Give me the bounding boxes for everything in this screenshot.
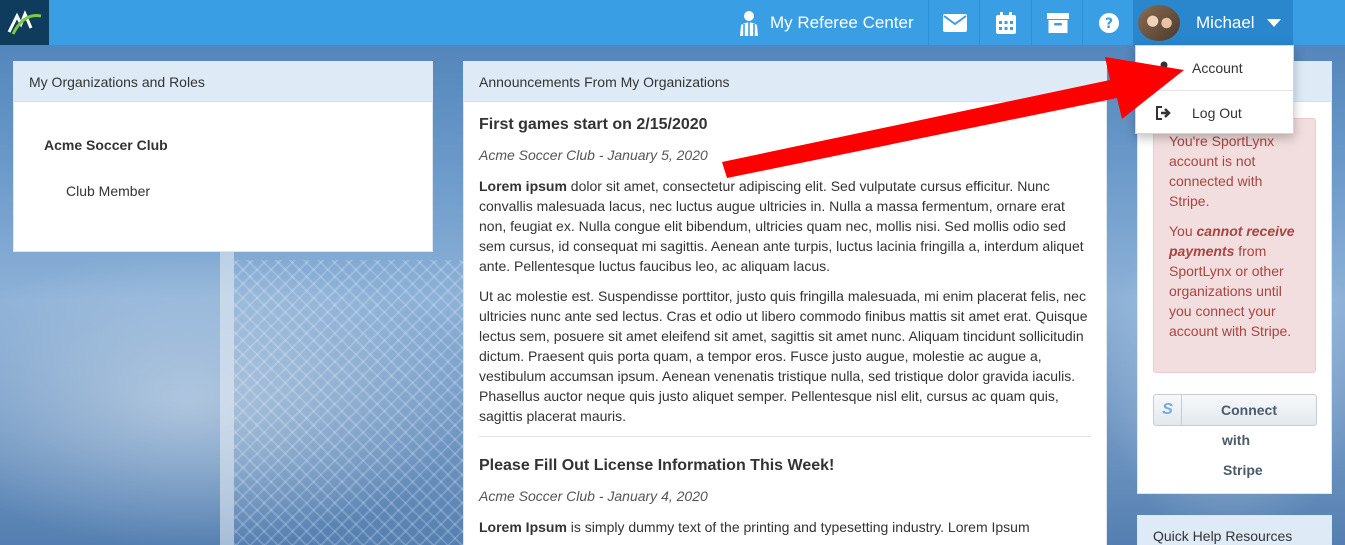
announcement-title: Please Fill Out License Information This…: [479, 457, 835, 474]
announcement-text: dolor sit amet, consectetur adipiscing e…: [479, 178, 1084, 274]
organization-name[interactable]: Acme Soccer Club: [44, 137, 432, 153]
announcement-divider: [479, 436, 1091, 437]
mail-button[interactable]: [929, 0, 980, 45]
menu-item-label: Log Out: [1192, 104, 1242, 121]
stripe-button-label: Stripe: [1223, 462, 1263, 478]
calendar-button[interactable]: [980, 0, 1031, 45]
caret-down-icon: [1266, 18, 1281, 27]
referee-center-link[interactable]: My Referee Center: [738, 0, 914, 45]
referee-center-label: My Referee Center: [770, 12, 914, 32]
logout-icon: [1136, 105, 1192, 120]
archive-button[interactable]: [1032, 0, 1083, 45]
logo-icon: [7, 9, 41, 35]
organizations-panel: My Organizations and Roles Acme Soccer C…: [13, 61, 433, 252]
announcement-paragraph: Lorem Ipsum is simply dummy text of the …: [479, 517, 1091, 537]
user-name: Michael: [1196, 12, 1255, 32]
question-icon: ?: [1098, 12, 1119, 33]
organizations-panel-title: My Organizations and Roles: [14, 62, 432, 102]
announcement-meta: Acme Soccer Club - January 5, 2020: [479, 147, 708, 163]
menu-item-logout[interactable]: Log Out: [1136, 90, 1293, 134]
connect-stripe-button[interactable]: S Connect: [1153, 394, 1317, 426]
referee-icon: [738, 10, 760, 36]
announcement-meta: Acme Soccer Club - January 4, 2020: [479, 488, 708, 504]
menu-item-account[interactable]: Account: [1136, 46, 1293, 90]
announcements-panel: Announcements From My Organizations Firs…: [463, 61, 1107, 545]
announcement-paragraph: Ut ac molestie est. Suspendisse porttito…: [479, 288, 1088, 424]
avatar: [1138, 4, 1180, 41]
stripe-icon: S: [1154, 395, 1182, 425]
announcement-title: First games start on 2/15/2020: [479, 116, 708, 133]
user-menu-toggle[interactable]: Michael: [1133, 0, 1293, 45]
stripe-alert-text: You're SportLynx account is not connecte…: [1169, 133, 1275, 209]
announcement-lead: Lorem Ipsum: [479, 519, 567, 535]
mail-icon: [942, 13, 967, 32]
user-dropdown-menu: Account Log Out: [1135, 45, 1294, 134]
help-panel-title: Quick Help Resources: [1138, 516, 1331, 545]
stripe-button-label: Connect: [1221, 402, 1277, 418]
announcements-panel-title: Announcements From My Organizations: [464, 62, 1106, 102]
announcement-item: Please Fill Out License Information This…: [479, 457, 1091, 537]
stripe-alert-warning: You cannot receive payments from SportLy…: [1169, 223, 1295, 339]
stripe-alert: You're SportLynx account is not connecte…: [1153, 118, 1316, 373]
help-button[interactable]: ?: [1083, 0, 1134, 45]
announcement-item: First games start on 2/15/2020 Acme Socc…: [479, 116, 1091, 426]
user-icon: [1136, 61, 1192, 75]
help-panel: Quick Help Resources: [1137, 515, 1332, 545]
announcement-text: is simply dummy text of the printing and…: [566, 519, 1030, 535]
announcement-lead: Lorem ipsum: [479, 178, 567, 194]
top-navbar: My Referee Center ? Michael: [0, 0, 1345, 45]
announcement-paragraph: Lorem ipsum dolor sit amet, consectetur …: [479, 176, 1091, 276]
app-logo[interactable]: [0, 0, 49, 45]
menu-item-label: Account: [1192, 60, 1243, 76]
stripe-button-label: with: [1222, 432, 1250, 448]
svg-text:?: ?: [1104, 16, 1112, 32]
organization-role: Club Member: [66, 183, 151, 199]
archive-icon: [1046, 12, 1069, 33]
calendar-icon: [995, 11, 1016, 34]
